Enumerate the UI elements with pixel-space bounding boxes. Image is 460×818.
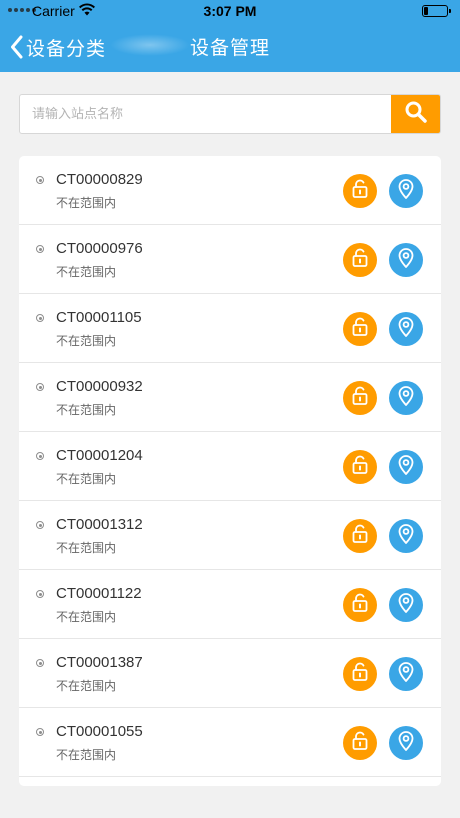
app-header: Carrier 3:07 PM 设备分类 设备管理 <box>0 0 460 72</box>
device-code: CT00001122 <box>56 585 142 602</box>
unlock-icon <box>350 386 370 410</box>
location-button[interactable] <box>389 519 423 553</box>
location-button[interactable] <box>389 726 423 760</box>
bullet-icon <box>36 314 44 322</box>
unlock-button[interactable] <box>343 243 377 277</box>
unlock-button[interactable] <box>343 174 377 208</box>
unlock-icon <box>350 317 370 341</box>
search-input[interactable] <box>20 95 391 133</box>
status-bar: Carrier 3:07 PM <box>0 0 460 22</box>
location-button[interactable] <box>389 174 423 208</box>
device-row[interactable]: CT00001055 不在范围内 <box>19 708 441 777</box>
bullet-icon <box>36 383 44 391</box>
bullet-icon <box>36 521 44 529</box>
unlock-icon <box>350 662 370 686</box>
location-pin-icon <box>396 592 416 618</box>
device-status: 不在范围内 <box>56 196 117 210</box>
device-status: 不在范围内 <box>56 679 117 693</box>
location-pin-icon <box>396 385 416 411</box>
search-icon <box>404 100 428 128</box>
device-row[interactable]: CT00000932 不在范围内 <box>19 363 441 432</box>
bullet-icon <box>36 728 44 736</box>
unlock-icon <box>350 455 370 479</box>
page-title: 设备管理 <box>189 37 270 59</box>
bullet-icon <box>36 590 44 598</box>
device-row[interactable]: CT00001105 不在范围内 <box>19 294 441 363</box>
device-status: 不在范围内 <box>56 265 117 279</box>
battery-icon <box>422 5 451 17</box>
status-time: 3:07 PM <box>203 3 257 19</box>
unlock-icon <box>350 524 370 548</box>
location-button[interactable] <box>389 657 423 691</box>
location-button[interactable] <box>389 312 423 346</box>
device-row[interactable]: CT00001204 不在范围内 <box>19 432 441 501</box>
location-pin-icon <box>396 523 416 549</box>
location-button[interactable] <box>389 450 423 484</box>
device-code: CT00001387 <box>56 654 143 671</box>
unlock-button[interactable] <box>343 381 377 415</box>
device-row[interactable]: CT00001122 不在范围内 <box>19 570 441 639</box>
device-status: 不在范围内 <box>56 541 117 555</box>
bullet-icon <box>36 176 44 184</box>
device-status: 不在范围内 <box>56 334 117 348</box>
unlock-icon <box>350 248 370 272</box>
unlock-icon <box>350 731 370 755</box>
bullet-icon <box>36 452 44 460</box>
device-code: CT00000976 <box>56 240 143 257</box>
device-list: CT00000829 不在范围内 CT00000976 不在范围内 CT0000… <box>19 156 441 786</box>
location-button[interactable] <box>389 588 423 622</box>
unlock-button[interactable] <box>343 312 377 346</box>
device-row[interactable]: CT00001312 不在范围内 <box>19 501 441 570</box>
device-status: 不在范围内 <box>56 403 117 417</box>
device-status: 不在范围内 <box>56 472 117 486</box>
location-pin-icon <box>396 178 416 204</box>
device-code: CT00001204 <box>56 447 143 464</box>
device-row[interactable]: CT00001387 不在范围内 <box>19 639 441 708</box>
device-status: 不在范围内 <box>56 748 117 762</box>
unlock-button[interactable] <box>343 588 377 622</box>
device-code: CT00001105 <box>56 309 142 326</box>
device-code: CT00001055 <box>56 723 143 740</box>
search-bar <box>19 94 441 134</box>
device-code: CT00000829 <box>56 171 143 188</box>
device-row[interactable]: CT00000976 不在范围内 <box>19 225 441 294</box>
unlock-icon <box>350 179 370 203</box>
location-button[interactable] <box>389 381 423 415</box>
unlock-button[interactable] <box>343 450 377 484</box>
location-pin-icon <box>396 247 416 273</box>
device-status: 不在范围内 <box>56 610 117 624</box>
location-button[interactable] <box>389 243 423 277</box>
search-button[interactable] <box>391 95 440 133</box>
unlock-button[interactable] <box>343 519 377 553</box>
unlock-button[interactable] <box>343 726 377 760</box>
location-pin-icon <box>396 661 416 687</box>
bullet-icon <box>36 245 44 253</box>
device-row[interactable]: CT00000829 不在范围内 <box>19 156 441 225</box>
unlock-button[interactable] <box>343 657 377 691</box>
location-pin-icon <box>396 316 416 342</box>
bullet-icon <box>36 659 44 667</box>
location-pin-icon <box>396 454 416 480</box>
device-code: CT00001312 <box>56 516 143 533</box>
device-code: CT00000932 <box>56 378 143 395</box>
unlock-icon <box>350 593 370 617</box>
location-pin-icon <box>396 730 416 756</box>
